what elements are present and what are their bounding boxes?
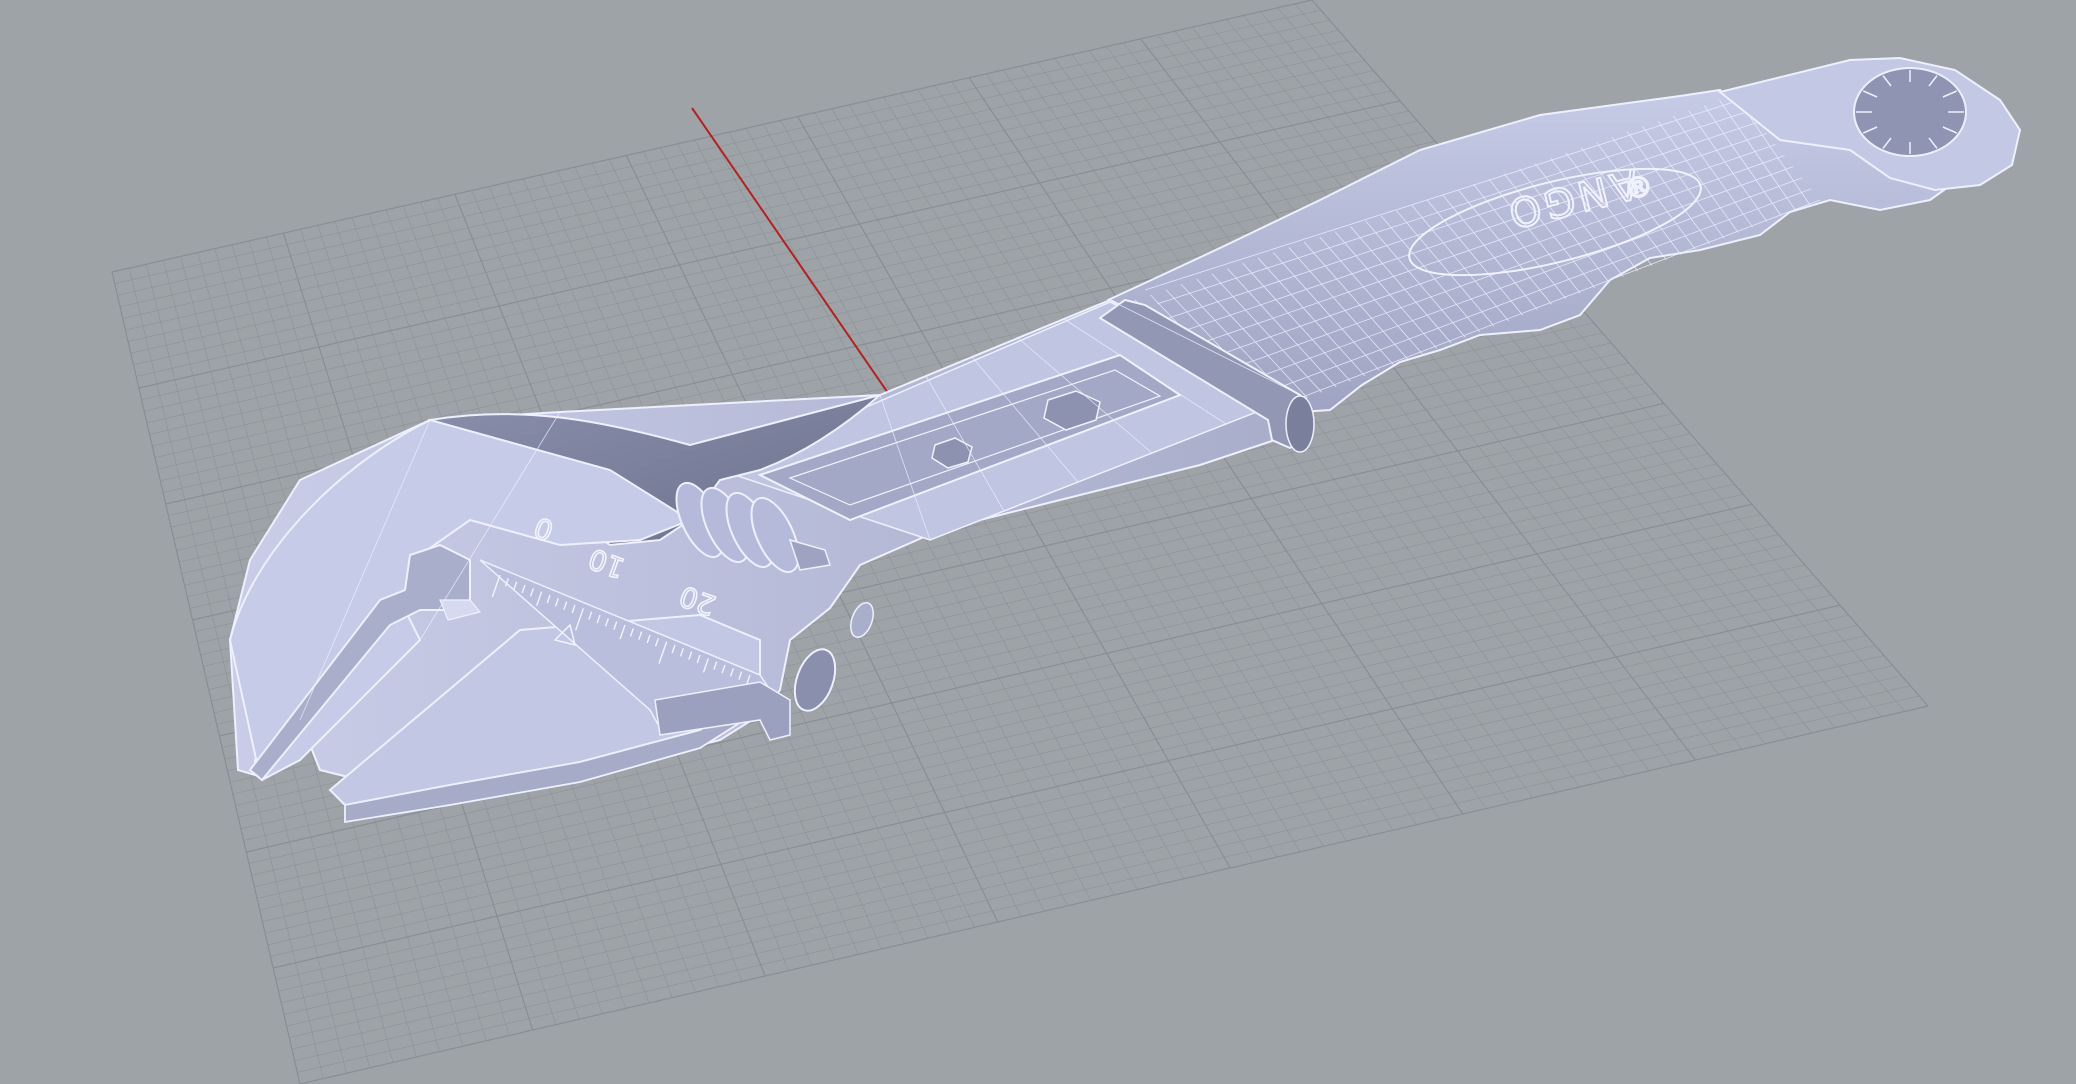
- viewport-canvas[interactable]: ANGO ® 0 10 20: [0, 0, 2076, 1084]
- wrench-model[interactable]: ANGO ® 0 10 20: [228, 56, 2022, 824]
- perspective-viewport[interactable]: ANGO ® 0 10 20: [0, 0, 2076, 1084]
- x-axis-line: [691, 107, 889, 394]
